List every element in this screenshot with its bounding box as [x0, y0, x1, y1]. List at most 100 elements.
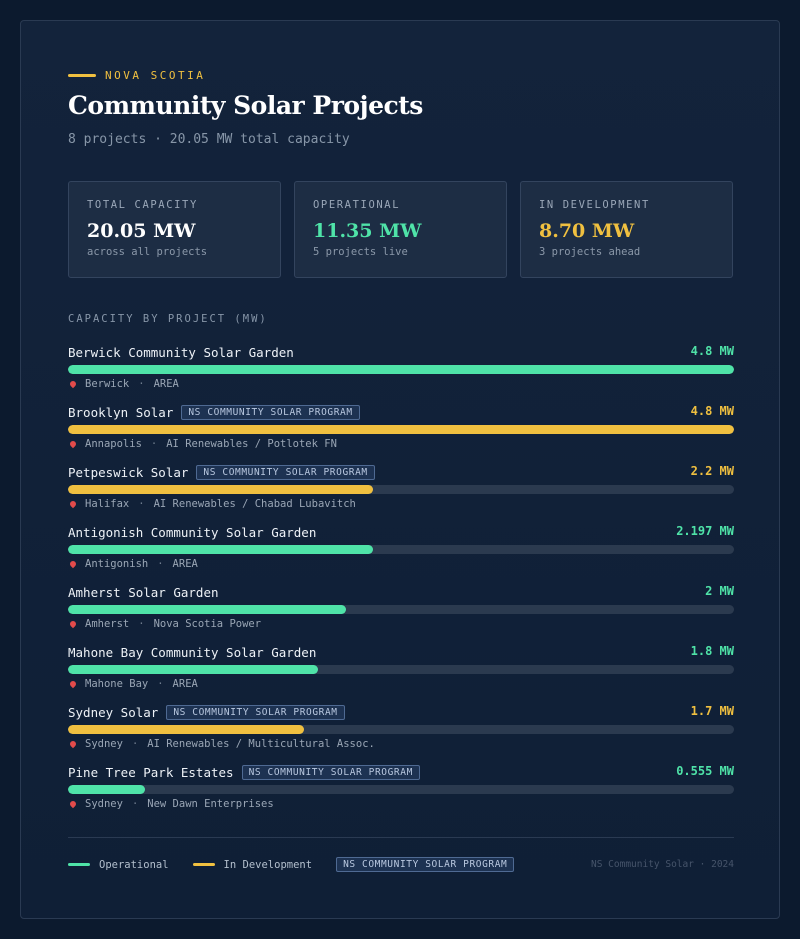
- project-meta: Berwick · AREA: [68, 378, 179, 390]
- project-row: Amherst Solar Garden 2 MW Amherst · Nova Sco…: [68, 584, 734, 638]
- project-developer: AI Renewables / Chabad Lubavitch: [153, 498, 356, 510]
- project-meta: Antigonish · AREA: [68, 558, 198, 570]
- stat-sub: 3 projects ahead: [539, 246, 641, 258]
- location-pin-icon: [68, 499, 78, 509]
- dashboard-card: NOVA SCOTIA Community Solar Projects 8 p…: [20, 20, 780, 919]
- project-developer: New Dawn Enterprises: [147, 798, 274, 810]
- bar-track: [68, 605, 734, 614]
- project-developer: AI Renewables / Multicultural Assoc.: [147, 738, 375, 750]
- capacity-bar: [68, 785, 145, 794]
- stat-sub: across all projects: [87, 246, 208, 258]
- location-pin-icon: [68, 799, 78, 809]
- chart-section-label: CAPACITY BY PROJECT (MW): [68, 313, 268, 325]
- bar-track: [68, 485, 734, 494]
- project-location: Berwick: [85, 378, 130, 390]
- project-location: Sydney: [85, 738, 123, 750]
- project-name-row: Brooklyn Solar NS COMMUNITY SOLAR PROGRAM: [68, 404, 360, 420]
- project-name-row: Pine Tree Park Estates NS COMMUNITY SOLAR…: [68, 764, 420, 780]
- meta-separator: ·: [138, 378, 145, 390]
- eyebrow-line: [68, 74, 96, 77]
- capacity-bar: [68, 665, 318, 674]
- project-location: Amherst: [85, 618, 130, 630]
- legend-badge: NS COMMUNITY SOLAR PROGRAM: [336, 857, 515, 872]
- project-meta: Amherst · Nova Scotia Power: [68, 618, 261, 630]
- project-value-label: 2.2 MW: [690, 464, 734, 478]
- program-badge: NS COMMUNITY SOLAR PROGRAM: [181, 404, 360, 420]
- bar-track: [68, 365, 734, 374]
- project-location: Mahone Bay: [85, 678, 149, 690]
- page-subtitle: 8 projects · 20.05 MW total capacity: [68, 132, 350, 147]
- project-location: Antigonish: [85, 558, 149, 570]
- meta-separator: ·: [138, 498, 145, 510]
- legend-swatch-operational: [68, 863, 90, 866]
- project-row: Pine Tree Park Estates NS COMMUNITY SOLAR…: [68, 764, 734, 818]
- stat-value: 8.70 MW: [539, 220, 635, 242]
- project-meta: Annapolis · AI Renewables / Potlotek FN: [68, 438, 337, 450]
- meta-separator: ·: [150, 438, 158, 450]
- project-meta: Sydney · AI Renewables / Multicultural Ass…: [68, 738, 375, 750]
- project-name-row: Antigonish Community Solar Garden: [68, 524, 316, 540]
- project-developer: AREA: [153, 378, 179, 390]
- project-value-label: 0.555 MW: [676, 764, 734, 778]
- bar-track: [68, 725, 734, 734]
- project-name: Mahone Bay Community Solar Garden: [68, 644, 317, 660]
- location-pin-icon: [68, 619, 78, 629]
- project-value-label: 2 MW: [705, 584, 734, 598]
- project-name: Brooklyn Solar: [68, 404, 174, 420]
- stat-total-capacity: TOTAL CAPACITY 20.05 MW across all proje…: [68, 181, 281, 278]
- project-developer: AI Renewables / Potlotek FN: [166, 438, 337, 450]
- capacity-bar: [68, 425, 734, 434]
- location-pin-icon: [68, 739, 78, 749]
- project-meta: Mahone Bay · AREA: [68, 678, 198, 690]
- project-meta: Sydney · New Dawn Enterprises: [68, 798, 274, 810]
- bar-track: [68, 785, 734, 794]
- project-row: Sydney Solar NS COMMUNITY SOLAR PROGRAM 1.…: [68, 704, 734, 758]
- meta-separator: ·: [131, 738, 139, 750]
- meta-separator: ·: [138, 618, 145, 630]
- project-value-label: 2.197 MW: [676, 524, 734, 538]
- stat-label: TOTAL CAPACITY: [87, 199, 198, 211]
- project-row: Mahone Bay Community Solar Garden 1.8 MW M…: [68, 644, 734, 698]
- stat-label: IN DEVELOPMENT: [539, 199, 650, 211]
- capacity-bar: [68, 725, 304, 734]
- project-location: Halifax: [85, 498, 130, 510]
- project-name-row: Mahone Bay Community Solar Garden: [68, 644, 316, 660]
- legend-item-development: In Development: [192, 858, 313, 871]
- page-title: Community Solar Projects: [68, 91, 423, 120]
- project-name-row: Berwick Community Solar Garden: [68, 344, 294, 360]
- project-location: Annapolis: [85, 438, 142, 450]
- location-pin-icon: [68, 439, 78, 449]
- project-name-row: Sydney Solar NS COMMUNITY SOLAR PROGRAM: [68, 704, 345, 720]
- project-location: Sydney: [85, 798, 123, 810]
- meta-separator: ·: [157, 678, 164, 690]
- legend-item-operational: Operational: [68, 859, 169, 871]
- legend-label-development: In Development: [223, 858, 313, 871]
- location-pin-icon: [68, 559, 78, 569]
- eyebrow-text: NOVA SCOTIA: [105, 69, 206, 82]
- bar-track: [68, 425, 734, 434]
- stat-value: 11.35 MW: [313, 220, 422, 242]
- legend-label-operational: Operational: [99, 858, 169, 871]
- project-value-label: 4.8 MW: [690, 344, 734, 358]
- stat-sub: 5 projects live: [313, 246, 408, 258]
- meta-separator: ·: [157, 558, 164, 570]
- project-value-label: 1.7 MW: [690, 704, 734, 718]
- meta-separator: ·: [131, 798, 139, 810]
- project-developer: AREA: [172, 678, 198, 690]
- project-row: Brooklyn Solar NS COMMUNITY SOLAR PROGRAM…: [68, 404, 734, 458]
- project-name: Amherst Solar Garden: [68, 584, 219, 600]
- stat-in-development: IN DEVELOPMENT 8.70 MW 3 projects ahead: [520, 181, 733, 278]
- project-value-label: 1.8 MW: [690, 644, 734, 658]
- stat-label: OPERATIONAL: [313, 199, 401, 211]
- stat-operational: OPERATIONAL 11.35 MW 5 projects live: [294, 181, 507, 278]
- location-pin-icon: [68, 379, 78, 389]
- project-meta: Halifax · AI Renewables / Chabad Lubavitch: [68, 498, 356, 510]
- project-name-row: Amherst Solar Garden: [68, 584, 219, 600]
- project-name-row: Petpeswick Solar NS COMMUNITY SOLAR PROGR…: [68, 464, 375, 480]
- project-developer: Nova Scotia Power: [153, 618, 262, 630]
- capacity-bar: [68, 605, 346, 614]
- project-row: Antigonish Community Solar Garden 2.197 M…: [68, 524, 734, 578]
- program-badge: NS COMMUNITY SOLAR PROGRAM: [166, 704, 345, 720]
- program-badge: NS COMMUNITY SOLAR PROGRAM: [196, 464, 375, 480]
- project-name: Berwick Community Solar Garden: [68, 344, 294, 360]
